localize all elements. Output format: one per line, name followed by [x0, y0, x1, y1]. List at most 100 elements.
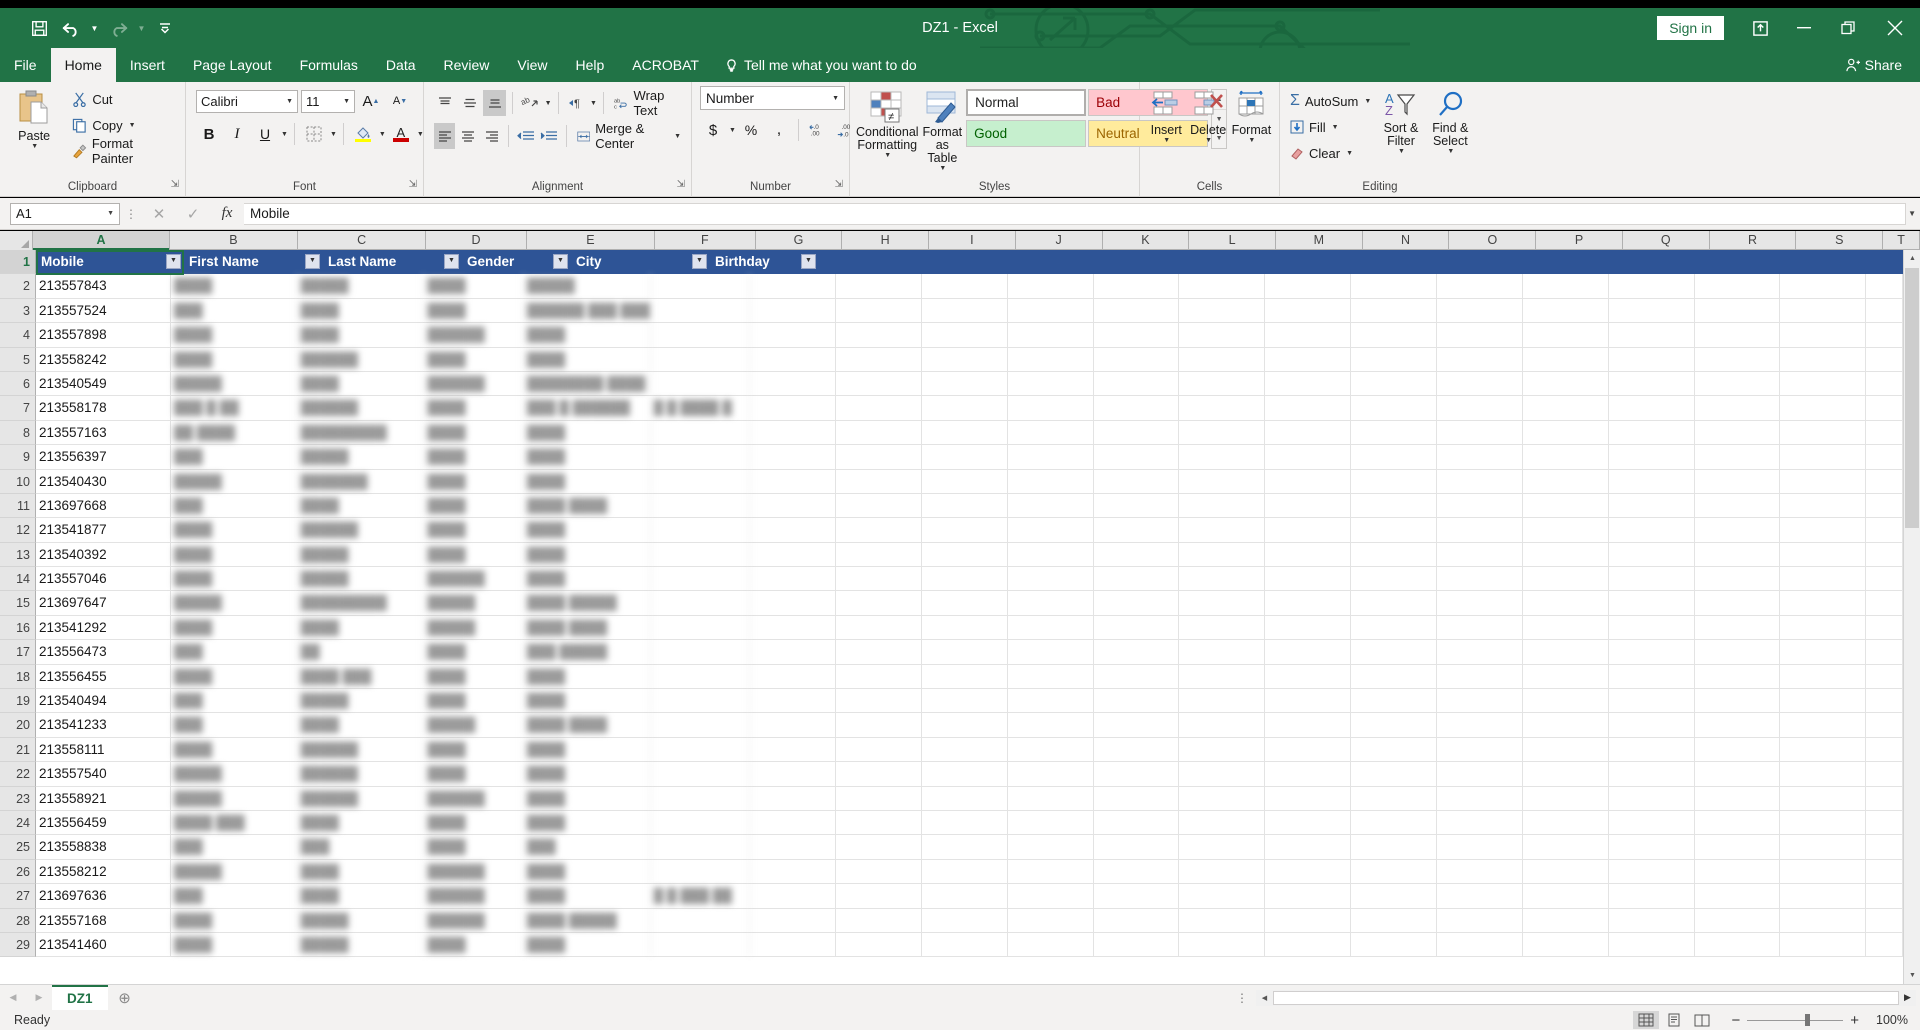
cell-I21[interactable] [922, 737, 1008, 762]
cell-M14[interactable] [1265, 567, 1352, 591]
tab-insert[interactable]: Insert [116, 48, 179, 82]
row-header-20[interactable]: 20 [0, 713, 36, 738]
cell-D17[interactable]: ████ [424, 640, 524, 664]
cell-T26[interactable] [1866, 859, 1903, 884]
cell-F14[interactable] [651, 567, 751, 591]
cell-J27[interactable] [1008, 884, 1094, 908]
cell-K9[interactable] [1094, 445, 1180, 469]
customize-quick-access-toolbar-icon[interactable] [150, 14, 180, 42]
cell-Q17[interactable] [1609, 640, 1695, 664]
cell-H16[interactable] [836, 615, 922, 640]
format-cells-button[interactable]: Format ▼ [1230, 86, 1273, 144]
cell-A24[interactable]: 213556459 [36, 810, 171, 835]
cell-P6[interactable] [1523, 371, 1609, 396]
cell-J24[interactable] [1008, 810, 1094, 835]
column-header-Q[interactable]: Q [1623, 231, 1710, 250]
underline-dropdown-icon[interactable]: ▼ [281, 131, 288, 138]
cell-T14[interactable] [1866, 567, 1903, 591]
table-row[interactable]: 213558111 ████ ██████ ████ ████ [36, 737, 1903, 763]
column-header-J[interactable]: J [1016, 231, 1103, 250]
number-dialog-launcher[interactable]: ⇲ [835, 175, 843, 195]
cell-L23[interactable] [1179, 786, 1266, 810]
cell-A11[interactable]: 213697668 [36, 493, 171, 518]
delete-cells-dropdown-icon[interactable]: ▼ [1205, 137, 1212, 144]
cell-J20[interactable] [1008, 713, 1094, 737]
cell-M3[interactable] [1265, 298, 1352, 323]
underline-button[interactable]: U [252, 121, 278, 147]
cell-L8[interactable] [1179, 420, 1266, 445]
cell-B8[interactable]: ██ ████ [171, 420, 298, 445]
number-format-select[interactable]: Number ▼ [700, 86, 845, 110]
cell-H21[interactable] [836, 737, 922, 762]
cell-L24[interactable] [1179, 810, 1266, 835]
cell-I27[interactable] [922, 884, 1008, 908]
confirm-icon[interactable]: ✓ [176, 203, 210, 225]
cell-G19[interactable] [750, 689, 837, 713]
cell-D21[interactable]: ████ [424, 737, 524, 762]
cell-G15[interactable] [750, 591, 837, 615]
font-name-dropdown-icon[interactable]: ▼ [286, 98, 293, 105]
cell-Q22[interactable] [1609, 762, 1695, 786]
align-center-button[interactable] [457, 123, 478, 149]
cell-T22[interactable] [1866, 762, 1903, 786]
find-select-button[interactable]: Find & Select ▼ [1427, 86, 1474, 155]
cell-L15[interactable] [1179, 591, 1266, 615]
row-header-5[interactable]: 5 [0, 347, 36, 372]
sheet-tab-dz1[interactable]: DZ1 [52, 984, 108, 1011]
cell-L13[interactable] [1179, 542, 1266, 567]
tab-home[interactable]: Home [50, 48, 116, 82]
cell-G27[interactable] [750, 884, 837, 908]
cell-K18[interactable] [1094, 664, 1180, 689]
cell-K19[interactable] [1094, 689, 1180, 713]
cell-E28[interactable]: ████ █████ [524, 908, 651, 932]
cell-C4[interactable]: ████ [298, 323, 425, 347]
cell-I24[interactable] [922, 810, 1008, 835]
cell-S17[interactable] [1780, 640, 1867, 664]
cell-E29[interactable]: ████ [524, 932, 651, 957]
cell-S19[interactable] [1780, 689, 1867, 713]
cell-M5[interactable] [1265, 347, 1352, 371]
row-header-23[interactable]: 23 [0, 786, 36, 811]
cell-R9[interactable] [1695, 445, 1781, 469]
next-sheet-icon[interactable]: ▶ [26, 985, 52, 1011]
cell-F17[interactable] [651, 640, 751, 664]
cell-R6[interactable] [1695, 371, 1781, 396]
cell-O3[interactable] [1437, 298, 1523, 323]
cell-A29[interactable]: 213541460 [36, 932, 171, 957]
row-header-10[interactable]: 10 [0, 469, 36, 494]
cell-D24[interactable]: ████ [424, 810, 524, 835]
cell-S24[interactable] [1780, 810, 1867, 835]
cell-C6[interactable]: ████ [298, 371, 425, 396]
cell-G11[interactable] [750, 493, 837, 518]
cell-D8[interactable]: ████ [424, 420, 524, 445]
page-layout-view-icon[interactable] [1661, 1011, 1687, 1029]
align-right-button[interactable] [481, 123, 502, 149]
row-header-16[interactable]: 16 [0, 615, 36, 641]
undo-icon[interactable] [56, 14, 86, 42]
cell-N23[interactable] [1351, 786, 1437, 810]
cell-R27[interactable] [1695, 884, 1781, 908]
cell-E20[interactable]: ████ ████ [524, 713, 651, 737]
cell-F25[interactable] [651, 835, 751, 859]
tab-acrobat[interactable]: ACROBAT [618, 48, 713, 82]
row-header-12[interactable]: 12 [0, 518, 36, 543]
cell-P17[interactable] [1523, 640, 1609, 664]
tab-review[interactable]: Review [430, 48, 504, 82]
cell-R3[interactable] [1695, 298, 1781, 323]
cell-H5[interactable] [836, 347, 922, 371]
cell-B15[interactable]: █████ [171, 591, 298, 615]
filter-dropdown-icon[interactable]: ▼ [692, 254, 707, 269]
cell-G20[interactable] [750, 713, 837, 737]
cell-C29[interactable]: █████ [298, 932, 425, 957]
column-header-F[interactable]: F [655, 231, 756, 250]
table-row[interactable]: 213558242 ████ ██████ ████ ████ [36, 347, 1903, 372]
cell-O12[interactable] [1437, 518, 1523, 542]
cell-Q4[interactable] [1609, 323, 1695, 347]
cell-G29[interactable] [750, 932, 837, 957]
cell-C8[interactable]: █████████ [298, 420, 425, 445]
cell-P23[interactable] [1523, 786, 1609, 810]
cell-F19[interactable] [651, 689, 751, 713]
cell-N17[interactable] [1351, 640, 1437, 664]
cell-Q11[interactable] [1609, 493, 1695, 518]
cell-L7[interactable] [1179, 396, 1266, 420]
